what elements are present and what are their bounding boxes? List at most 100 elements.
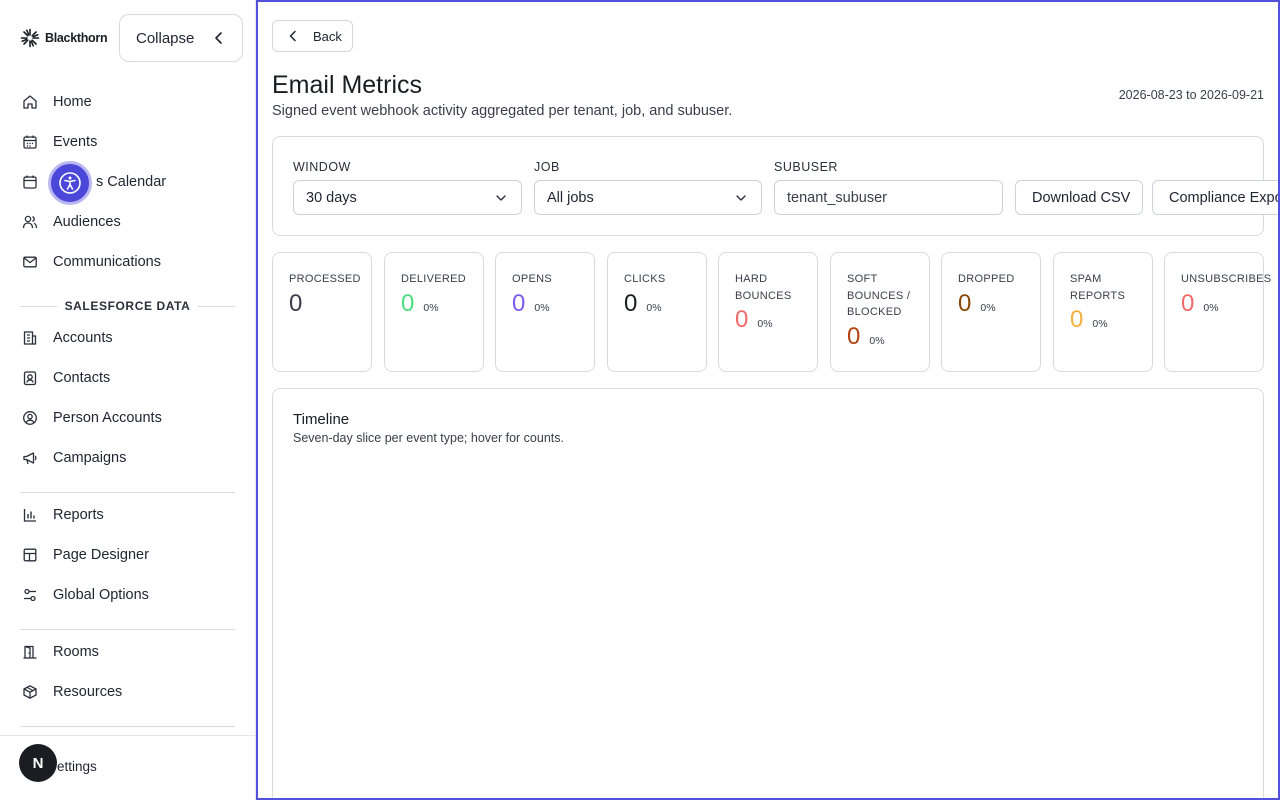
avatar[interactable]: N [19, 744, 57, 782]
sidebar-item-label: Rooms [53, 644, 99, 660]
sidebar-item-label: Accounts [53, 330, 113, 346]
contact-icon [23, 371, 37, 386]
metrics-row: PROCESSED 0 DELIVERED 0 0% OPENS 0 0% CLICKS 0 0% H… [272, 252, 1271, 372]
window-value: 30 days [306, 189, 357, 206]
accessibility-button[interactable] [48, 161, 92, 205]
sidebar-item-label: Global Options [53, 587, 149, 603]
app-root: Blackthorn Collapse Home Events s Calend… [0, 0, 1280, 800]
chevron-left-icon [289, 30, 296, 42]
metric-card-processed: PROCESSED 0 [272, 252, 372, 372]
sidebar-item-rooms[interactable]: Rooms [22, 641, 99, 663]
megaphone-icon [23, 452, 37, 465]
metric-value: 0 [512, 289, 526, 317]
sidebar-item-global-options[interactable]: Global Options [22, 584, 149, 606]
window-select[interactable]: 30 days [293, 180, 522, 215]
sidebar-item-label: Audiences [53, 214, 121, 230]
back-label: Back [313, 28, 342, 44]
accessibility-icon [59, 172, 81, 194]
sidebar-item-label: Events [53, 134, 98, 150]
sidebar-item-communications[interactable]: Communications [22, 251, 161, 273]
sidebar-item-label: ettings [57, 758, 97, 774]
sidebar-item-settings[interactable]: ettings [57, 755, 97, 777]
sidebar-item-accounts[interactable]: Accounts [22, 327, 113, 349]
sliders-icon [24, 588, 36, 602]
metric-card-opens: OPENS 0 0% [495, 252, 595, 372]
sidebar-item-label: Resources [53, 684, 123, 700]
sidebar-item-label: Reports [53, 507, 104, 523]
sidebar-item-label: Page Designer [53, 547, 149, 563]
collapse-button[interactable]: Collapse [119, 14, 243, 62]
subuser-input[interactable] [774, 180, 1003, 215]
metric-value: 0 [289, 289, 303, 317]
sidebar-item-label: s Calendar [96, 174, 167, 190]
metric-card-dropped: DROPPED 0 0% [941, 252, 1041, 372]
job-select[interactable]: All jobs [534, 180, 762, 215]
metric-percent: 0% [534, 301, 550, 314]
metric-label: CLICKS [624, 273, 666, 285]
metric-card-clicks: CLICKS 0 0% [607, 252, 707, 372]
bar-chart-icon [23, 509, 36, 522]
sidebar-item-person-accounts[interactable]: Person Accounts [22, 407, 162, 429]
mail-icon [23, 256, 37, 268]
sidebar-divider [20, 492, 235, 493]
sidebar-item-page-designer[interactable]: Page Designer [22, 544, 149, 566]
date-range: 2026-08-23 to 2026-09-21 [1118, 88, 1264, 102]
blackthorn-logo-icon [20, 28, 40, 48]
job-label: JOB [534, 160, 560, 174]
sidebar-bottom-divider [0, 735, 256, 736]
section-label-text: SALESFORCE DATA [64, 299, 191, 313]
metric-value: 0 [1181, 289, 1195, 317]
metric-label: SOFT BOUNCES / BLOCKED [847, 273, 911, 318]
window-label: WINDOW [293, 160, 351, 174]
metric-card-unsubscribes: UNSUBSCRIBES 0 0% [1164, 252, 1271, 372]
metric-value: 0 [1070, 306, 1084, 333]
metric-value: 0 [958, 289, 972, 317]
metric-value: 0 [401, 289, 415, 317]
back-button[interactable]: Back [272, 20, 353, 52]
sidebar-item-contacts[interactable]: Contacts [22, 367, 110, 389]
metric-percent: 0% [423, 301, 439, 314]
calendar-icon [23, 135, 37, 149]
metric-card-hard-bounces: HARD BOUNCES 0 0% [718, 252, 818, 372]
metric-percent: 0% [757, 318, 773, 330]
metric-label: HARD BOUNCES [735, 273, 792, 302]
timeline-title: Timeline [293, 411, 350, 428]
avatar-initial: N [32, 754, 44, 772]
metric-label: DROPPED [958, 273, 1015, 285]
sidebar-item-resources[interactable]: Resources [22, 681, 122, 703]
sidebar-item-events-calendar[interactable]: s Calendar [22, 171, 166, 193]
metric-label: SPAM REPORTS [1070, 273, 1126, 302]
sidebar-item-audiences[interactable]: Audiences [22, 211, 121, 233]
sidebar-item-campaigns[interactable]: Campaigns [22, 447, 126, 469]
download-csv-button[interactable]: Download CSV [1015, 180, 1143, 215]
sidebar-item-label: Contacts [53, 370, 111, 386]
home-icon [23, 95, 37, 109]
section-label-salesforce-data: SALESFORCE DATA [20, 299, 236, 313]
chevron-left-icon [215, 32, 222, 44]
metric-label: OPENS [512, 273, 553, 285]
sidebar: Blackthorn Collapse Home Events s Calend… [0, 0, 256, 800]
sidebar-item-home[interactable]: Home [22, 91, 92, 113]
metric-percent: 0% [869, 334, 885, 347]
sidebar-item-label: Communications [53, 254, 161, 270]
sidebar-item-reports[interactable]: Reports [22, 504, 104, 526]
box-icon [23, 685, 37, 699]
subuser-label: SUBUSER [774, 160, 838, 174]
chevron-down-icon [496, 194, 506, 201]
sidebar-item-events[interactable]: Events [22, 131, 97, 153]
chevron-down-icon [736, 194, 746, 201]
metric-value: 0 [847, 322, 861, 350]
metric-value: 0 [735, 306, 749, 333]
brand-logo[interactable]: Blackthorn [20, 28, 108, 48]
page-title: Email Metrics [272, 71, 423, 99]
user-circle-icon [23, 411, 37, 425]
layout-icon [23, 548, 37, 562]
main-content: Back Email Metrics Signed event webhook … [256, 0, 1280, 800]
collapse-label: Collapse [136, 29, 195, 47]
metric-card-delivered: DELIVERED 0 0% [384, 252, 484, 372]
timeline-subtitle: Seven-day slice per event type; hover fo… [293, 431, 564, 445]
compliance-export-button[interactable]: Compliance Export [1152, 180, 1278, 215]
users-icon [22, 215, 38, 229]
sidebar-divider [20, 629, 235, 630]
sidebar-item-label: Campaigns [53, 450, 127, 466]
